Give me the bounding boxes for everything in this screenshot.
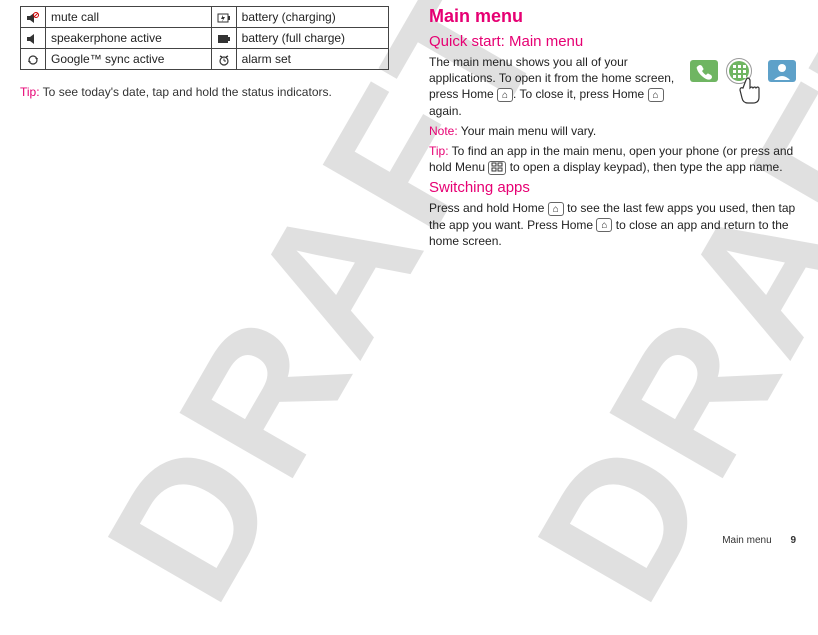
note-paragraph: Note: Your main menu will vary.	[429, 123, 798, 139]
home-key-icon: ⌂	[548, 202, 564, 216]
switching-p: Press and hold Home ⌂ to see the last fe…	[429, 200, 798, 249]
menu-key-icon	[488, 161, 506, 175]
mute-call-icon	[26, 12, 40, 24]
sync-icon	[26, 54, 40, 66]
hand-pointer-icon	[736, 74, 770, 108]
section-heading-switching: Switching apps	[429, 179, 798, 196]
status-icons-table: mute call battery (charging) speakerphon…	[20, 6, 389, 70]
note-text: Your main menu will vary.	[458, 124, 597, 138]
cell-label: speakerphone active	[46, 28, 212, 49]
cell-icon	[211, 7, 236, 28]
table-row: Google™ sync active alarm set	[21, 49, 389, 70]
page-footer: Main menu 9	[722, 535, 796, 546]
cell-icon	[211, 28, 236, 49]
tip-paragraph: Tip: To find an app in the main menu, op…	[429, 143, 798, 175]
cell-label: battery (full charge)	[236, 28, 388, 49]
cell-icon	[21, 49, 46, 70]
phone-icon	[690, 60, 718, 82]
tip-label: Tip:	[20, 85, 40, 99]
table-row: speakerphone active battery (full charge…	[21, 28, 389, 49]
home-key-icon: ⌂	[596, 218, 612, 232]
page-spread: mute call battery (charging) speakerphon…	[0, 0, 818, 556]
cell-icon	[21, 28, 46, 49]
home-key-icon: ⌂	[648, 88, 664, 102]
quickstart-p1: The main menu shows you all of your appl…	[429, 54, 684, 119]
page-number: 9	[790, 535, 796, 546]
tip-text: To see today's date, tap and hold the st…	[40, 85, 332, 99]
left-column: mute call battery (charging) speakerphon…	[0, 0, 409, 556]
battery-full-icon	[217, 33, 231, 45]
text: . To close it, press Home	[513, 87, 648, 101]
cell-icon	[211, 49, 236, 70]
speakerphone-icon	[26, 33, 40, 45]
table-row: mute call battery (charging)	[21, 7, 389, 28]
tip-label: Tip:	[429, 144, 449, 158]
cell-label: mute call	[46, 7, 212, 28]
text: again.	[429, 104, 462, 118]
home-key-icon: ⌂	[497, 88, 513, 102]
section-heading-quickstart: Quick start: Main menu	[429, 33, 798, 50]
page-title: Main menu	[429, 6, 798, 27]
tip-paragraph: Tip: To see today's date, tap and hold t…	[20, 84, 389, 100]
cell-label: battery (charging)	[236, 7, 388, 28]
text: to open a display keypad), then type the…	[506, 160, 782, 174]
right-column: Main menu Quick start: Main menu The mai…	[409, 0, 818, 556]
cell-label: Google™ sync active	[46, 49, 212, 70]
footer-section: Main menu	[722, 535, 771, 546]
cell-icon	[21, 7, 46, 28]
battery-charging-icon	[217, 12, 231, 24]
main-menu-illustration	[688, 54, 798, 114]
note-label: Note:	[429, 124, 458, 138]
cell-label: alarm set	[236, 49, 388, 70]
alarm-icon	[217, 54, 231, 66]
text: Press and hold Home	[429, 201, 548, 215]
contacts-icon	[768, 60, 796, 82]
